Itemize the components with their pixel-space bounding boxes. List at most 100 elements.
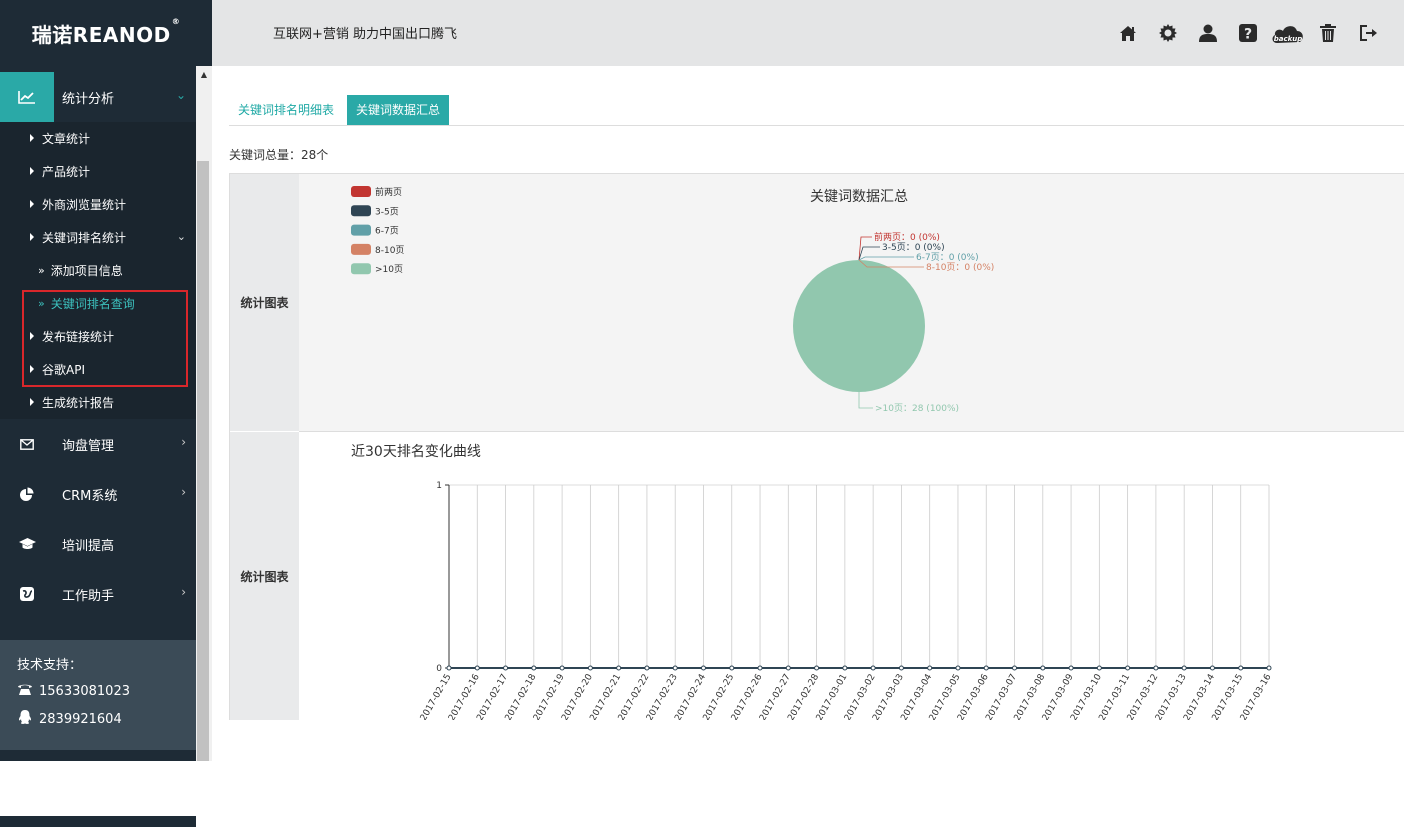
- data-point[interactable]: [1238, 665, 1244, 671]
- data-point[interactable]: [870, 665, 876, 671]
- data-point[interactable]: [587, 665, 593, 671]
- pie-label-line: [858, 236, 872, 261]
- backup-cloud-icon[interactable]: backup: [1268, 18, 1308, 48]
- data-point[interactable]: [1096, 665, 1102, 671]
- data-point[interactable]: [1040, 665, 1046, 671]
- pie-slice[interactable]: [793, 260, 925, 392]
- sidebar-item-report[interactable]: 生成统计报告: [0, 386, 196, 419]
- data-point[interactable]: [503, 665, 509, 671]
- data-point[interactable]: [1266, 665, 1272, 671]
- double-chevron-icon: »: [38, 264, 45, 277]
- menu-stats[interactable]: 统计分析 ⌄: [0, 72, 196, 122]
- sidebar-item-google-api[interactable]: 谷歌API: [0, 353, 196, 386]
- home-icon[interactable]: [1108, 18, 1148, 48]
- envelope-icon: [0, 419, 54, 469]
- chevron-right-icon: ›: [181, 435, 186, 449]
- main-content: 关键词排名明细表 关键词数据汇总 关键词总量：28个 统计图表 前两页 3-5页 6…: [212, 66, 1404, 761]
- sidebar-item-product-stats[interactable]: 产品统计: [0, 155, 196, 188]
- data-point[interactable]: [616, 665, 622, 671]
- data-point[interactable]: [1125, 665, 1131, 671]
- data-point[interactable]: [1012, 665, 1018, 671]
- sidebar-item-article-stats[interactable]: 文章统计: [0, 122, 196, 155]
- data-point[interactable]: [1209, 665, 1215, 671]
- phone-icon: [17, 683, 33, 700]
- logo[interactable]: 瑞诺REANOD®: [0, 0, 212, 66]
- menu-training[interactable]: 培训提高: [0, 519, 196, 569]
- top-bar: 互联网+营销 助力中国出口腾飞 ? backup: [212, 0, 1404, 66]
- data-point[interactable]: [1181, 665, 1187, 671]
- legend-label[interactable]: 3-5页: [375, 206, 399, 217]
- sidebar-item-keyword-rank-stats[interactable]: 关键词排名统计 ⌄: [0, 221, 196, 254]
- data-point[interactable]: [814, 665, 820, 671]
- tab-keyword-data-summary[interactable]: 关键词数据汇总: [347, 95, 450, 125]
- sidebar-scrollbar[interactable]: ▲: [196, 66, 212, 761]
- data-point[interactable]: [842, 665, 848, 671]
- data-point[interactable]: [785, 665, 791, 671]
- qq-number: 2839921604: [39, 711, 122, 727]
- stats-submenu: 文章统计 产品统计 外商浏览量统计 关键词排名统计 ⌄ » 添加项目信息 » 关键词排…: [0, 122, 196, 419]
- legend-swatch[interactable]: [351, 186, 371, 197]
- help-icon[interactable]: ?: [1228, 18, 1268, 48]
- data-point[interactable]: [559, 665, 565, 671]
- sidebar-item-keyword-rank-query[interactable]: » 关键词排名查询: [0, 287, 196, 320]
- legend-label[interactable]: >10页: [375, 264, 403, 275]
- data-point[interactable]: [983, 665, 989, 671]
- data-point[interactable]: [700, 665, 706, 671]
- data-point[interactable]: [757, 665, 763, 671]
- data-point[interactable]: [927, 665, 933, 671]
- scroll-thumb[interactable]: [197, 161, 209, 761]
- phone-number: 15633081023: [39, 684, 130, 699]
- data-point[interactable]: [474, 665, 480, 671]
- sidebar: 统计分析 ⌄ 文章统计 产品统计 外商浏览量统计 关键词排名统计 ⌄ » 添加项目信…: [0, 66, 196, 827]
- logo-text: 瑞诺REANOD®: [31, 16, 181, 47]
- chevron-right-icon: ›: [181, 585, 186, 599]
- data-point[interactable]: [1153, 665, 1159, 671]
- legend-label[interactable]: 6-7页: [375, 226, 399, 237]
- sidebar-item-link-stats[interactable]: 发布链接统计: [0, 320, 196, 353]
- tab-keyword-rank-detail[interactable]: 关键词排名明细表: [229, 95, 343, 125]
- qq-icon: [17, 710, 33, 728]
- support-heading: 技术支持：: [17, 658, 83, 673]
- sidebar-item-add-project[interactable]: » 添加项目信息: [0, 254, 196, 287]
- pie-chart-icon: [0, 469, 54, 519]
- legend-swatch[interactable]: [351, 205, 371, 217]
- sidebar-item-label: 外商浏览量统计: [42, 198, 127, 212]
- x-tick-label: 2017-02-15: [419, 673, 454, 721]
- line-chart: 近30天排名变化曲线012017-02-152017-02-162017-02-…: [351, 444, 1274, 723]
- data-point[interactable]: [644, 665, 650, 671]
- data-point[interactable]: [446, 665, 452, 671]
- sidebar-item-label: 生成统计报告: [42, 396, 115, 410]
- legend-swatch[interactable]: [351, 243, 371, 255]
- pie-slice-label: 3-5页：0 (0%): [882, 242, 945, 253]
- data-point[interactable]: [729, 665, 735, 671]
- data-point[interactable]: [531, 665, 537, 671]
- scroll-up-arrow[interactable]: ▲: [196, 66, 212, 82]
- user-icon[interactable]: [1188, 18, 1228, 48]
- legend-label[interactable]: 前两页: [375, 186, 402, 198]
- gear-icon[interactable]: [1148, 18, 1188, 48]
- data-point[interactable]: [955, 665, 961, 671]
- legend-swatch[interactable]: [351, 263, 371, 275]
- line-chart-area: 近30天排名变化曲线 0 1 2017-02-15 2017-02-16 2017-02-…: [299, 432, 1404, 723]
- support-qq: 2839921604: [17, 710, 122, 728]
- logout-icon[interactable]: [1348, 18, 1388, 48]
- data-point[interactable]: [898, 665, 904, 671]
- caret-right-icon: [30, 200, 34, 208]
- sidebar-item-visitor-stats[interactable]: 外商浏览量统计: [0, 188, 196, 221]
- svg-text:backup: backup: [1274, 35, 1303, 43]
- menu-label: 询盘管理: [62, 438, 115, 454]
- trash-icon[interactable]: [1308, 18, 1348, 48]
- menu-assistant[interactable]: 工作助手 ›: [0, 569, 196, 619]
- data-point[interactable]: [1068, 665, 1074, 671]
- pie-label-line: [858, 392, 873, 409]
- data-point[interactable]: [672, 665, 678, 671]
- chart-line-icon: [0, 72, 54, 122]
- legend-swatch[interactable]: [351, 224, 371, 236]
- line-title: 近30天排名变化曲线: [351, 444, 481, 460]
- sidebar-item-label: 发布链接统计: [42, 330, 115, 344]
- sidebar-item-label: 添加项目信息: [50, 264, 123, 278]
- legend-label[interactable]: 8-10页: [375, 245, 404, 256]
- pie-title: 关键词数据汇总: [810, 189, 908, 205]
- menu-inquiry[interactable]: 询盘管理 ›: [0, 419, 196, 469]
- menu-crm[interactable]: CRM系统 ›: [0, 469, 196, 519]
